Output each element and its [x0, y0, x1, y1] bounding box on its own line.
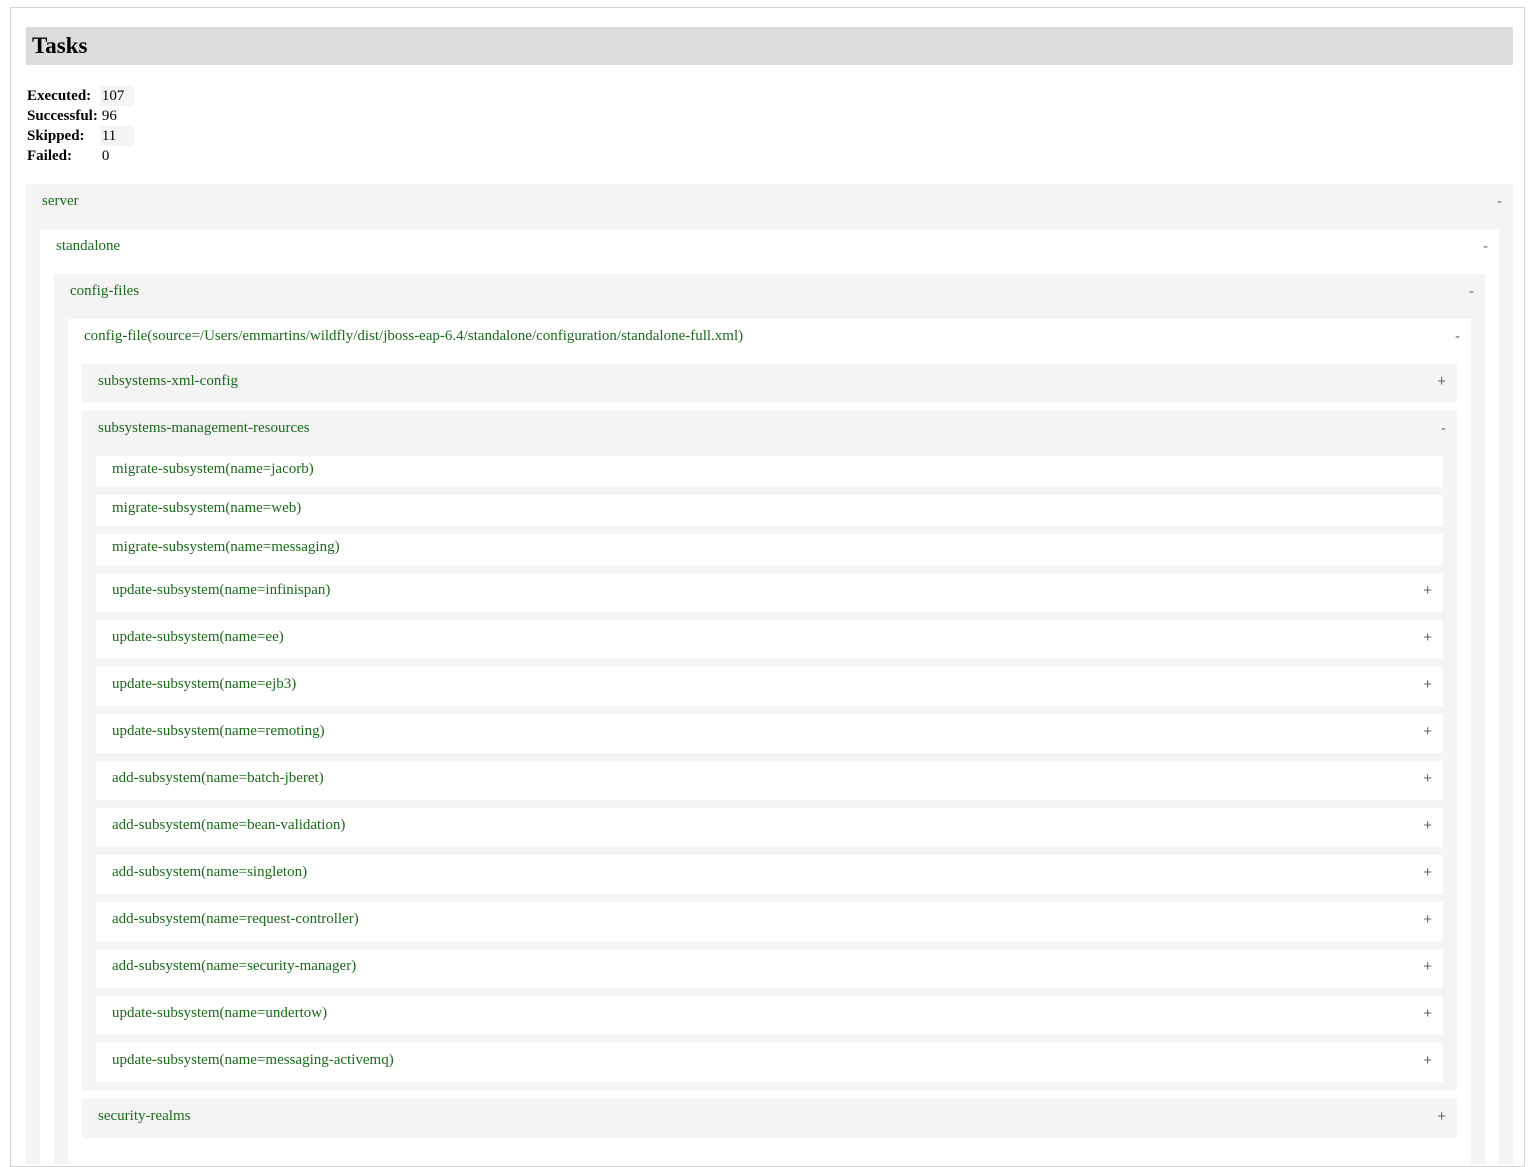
task-node-config-file: config-file(source=/Users/emmartins/wild…: [68, 319, 1471, 1164]
task-label[interactable]: update-subsystem(name=ejb3): [112, 676, 296, 693]
expand-toggle[interactable]: +: [1423, 911, 1432, 928]
expand-toggle-subsystems-xml-config[interactable]: +: [1437, 373, 1446, 390]
task-label[interactable]: migrate-subsystem(name=web): [112, 500, 301, 517]
executed-value: 107: [99, 86, 135, 106]
task-label[interactable]: add-subsystem(name=batch-jberet): [112, 770, 324, 787]
task-node-server: server - standalone - config-files - con…: [26, 184, 1513, 1164]
report-frame: Tasks Executed: 107 Successful: 96 Skipp…: [10, 7, 1525, 1167]
task-node-config-files: config-files - config-file(source=/Users…: [54, 274, 1485, 1164]
task-label-config-file[interactable]: config-file(source=/Users/emmartins/wild…: [84, 328, 743, 345]
task-row: add-subsystem(name=batch-jberet) +: [96, 761, 1443, 800]
task-row: add-subsystem(name=security-manager) +: [96, 949, 1443, 988]
task-row: update-subsystem(name=ee) +: [96, 620, 1443, 659]
task-label-server[interactable]: server: [42, 193, 79, 210]
collapse-toggle-config-file[interactable]: -: [1455, 328, 1460, 345]
summary-row-executed: Executed: 107: [26, 86, 135, 106]
expand-toggle[interactable]: +: [1423, 723, 1432, 740]
task-label[interactable]: migrate-subsystem(name=messaging): [112, 539, 340, 556]
task-label-subsystems-xml-config[interactable]: subsystems-xml-config: [98, 373, 238, 390]
task-row: migrate-subsystem(name=jacorb): [96, 456, 1443, 487]
task-node-security-realms: security-realms +: [82, 1099, 1457, 1138]
task-row: update-subsystem(name=ejb3) +: [96, 667, 1443, 706]
expand-toggle[interactable]: +: [1423, 582, 1432, 599]
task-row: add-subsystem(name=request-controller) +: [96, 902, 1443, 941]
collapse-toggle-server[interactable]: -: [1497, 193, 1502, 210]
failed-value: 0: [101, 148, 110, 164]
task-label-subsystems-management-resources[interactable]: subsystems-management-resources: [98, 420, 310, 437]
expand-toggle[interactable]: +: [1423, 958, 1432, 975]
task-row: update-subsystem(name=infinispan) +: [96, 573, 1443, 612]
summary-table: Executed: 107 Successful: 96 Skipped: 11…: [26, 86, 135, 166]
skipped-value: 11: [99, 126, 135, 146]
summary-row-failed: Failed: 0: [26, 146, 134, 166]
expand-toggle[interactable]: +: [1423, 1052, 1432, 1069]
task-label[interactable]: add-subsystem(name=request-controller): [112, 911, 359, 928]
expand-toggle[interactable]: +: [1423, 817, 1432, 834]
task-label[interactable]: update-subsystem(name=remoting): [112, 723, 325, 740]
expand-toggle[interactable]: +: [1423, 1005, 1432, 1022]
task-label[interactable]: add-subsystem(name=security-manager): [112, 958, 356, 975]
task-row: migrate-subsystem(name=web): [96, 495, 1443, 526]
task-row: update-subsystem(name=undertow) +: [96, 996, 1443, 1035]
expand-toggle[interactable]: +: [1423, 864, 1432, 881]
expand-toggle[interactable]: +: [1423, 676, 1432, 693]
task-label-security-realms[interactable]: security-realms: [98, 1108, 190, 1125]
task-label[interactable]: update-subsystem(name=undertow): [112, 1005, 327, 1022]
successful-label: Successful:: [27, 108, 98, 124]
expand-toggle[interactable]: +: [1423, 770, 1432, 787]
task-label[interactable]: migrate-subsystem(name=jacorb): [112, 461, 314, 478]
summary-row-successful: Successful: 96: [26, 106, 134, 126]
expand-toggle-security-realms[interactable]: +: [1437, 1108, 1446, 1125]
skipped-label: Skipped:: [27, 128, 85, 144]
task-row: add-subsystem(name=bean-validation) +: [96, 808, 1443, 847]
task-label-standalone[interactable]: standalone: [56, 238, 120, 255]
collapse-toggle-config-files[interactable]: -: [1469, 283, 1474, 300]
expand-toggle[interactable]: +: [1423, 629, 1432, 646]
task-label-config-files[interactable]: config-files: [70, 283, 139, 300]
failed-label: Failed:: [27, 148, 72, 164]
collapse-toggle-subsystems-management-resources[interactable]: -: [1441, 420, 1446, 437]
task-label[interactable]: update-subsystem(name=infinispan): [112, 582, 330, 599]
task-row: migrate-subsystem(name=messaging): [96, 534, 1443, 565]
task-label[interactable]: update-subsystem(name=messaging-activemq…: [112, 1052, 394, 1069]
summary-row-skipped: Skipped: 11: [26, 126, 135, 146]
task-row: update-subsystem(name=messaging-activemq…: [96, 1043, 1443, 1082]
page-title: Tasks: [32, 33, 88, 58]
task-label[interactable]: add-subsystem(name=bean-validation): [112, 817, 345, 834]
collapse-toggle-standalone[interactable]: -: [1483, 238, 1488, 255]
task-label[interactable]: update-subsystem(name=ee): [112, 629, 284, 646]
task-node-standalone: standalone - config-files - config-file(…: [40, 229, 1499, 1164]
title-bar: Tasks: [26, 27, 1513, 65]
successful-value: 96: [101, 108, 117, 124]
task-label[interactable]: add-subsystem(name=singleton): [112, 864, 307, 881]
task-row: update-subsystem(name=remoting) +: [96, 714, 1443, 753]
task-node-subsystems-management-resources: subsystems-management-resources - migrat…: [82, 411, 1457, 1091]
task-row: add-subsystem(name=singleton) +: [96, 855, 1443, 894]
task-node-subsystems-xml-config: subsystems-xml-config +: [82, 364, 1457, 403]
executed-label: Executed:: [27, 88, 92, 104]
